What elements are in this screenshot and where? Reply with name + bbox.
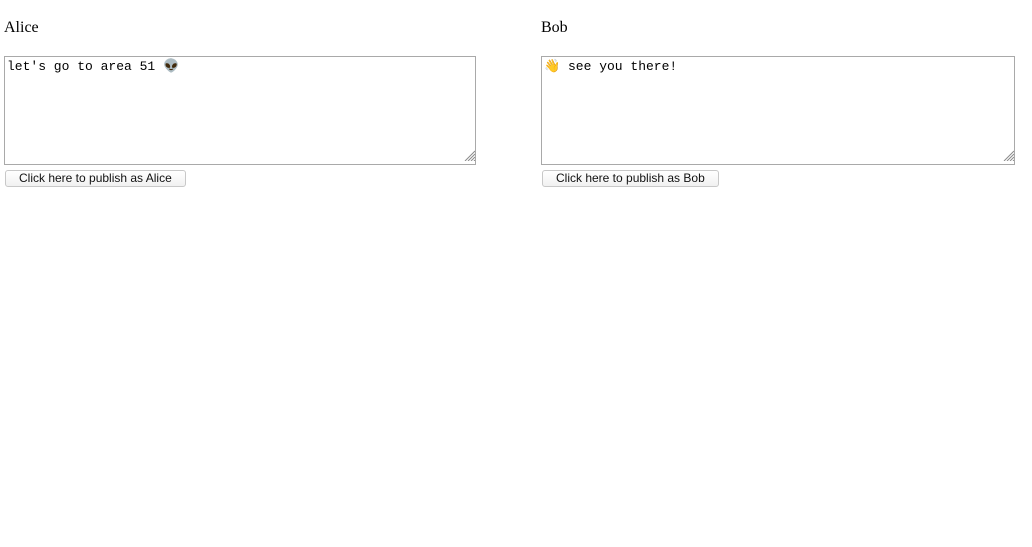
resize-grip-icon[interactable]: [1002, 148, 1015, 162]
publish-alice-button[interactable]: Click here to publish as Alice: [5, 170, 186, 187]
resize-grip-icon[interactable]: [463, 148, 476, 162]
alice-label: Alice: [4, 19, 39, 36]
bob-textarea[interactable]: 👋 see you there!: [541, 56, 1015, 165]
publish-bob-button[interactable]: Click here to publish as Bob: [542, 170, 719, 187]
bob-label: Bob: [541, 19, 568, 36]
alice-textarea[interactable]: let's go to area 51 👽: [4, 56, 476, 165]
